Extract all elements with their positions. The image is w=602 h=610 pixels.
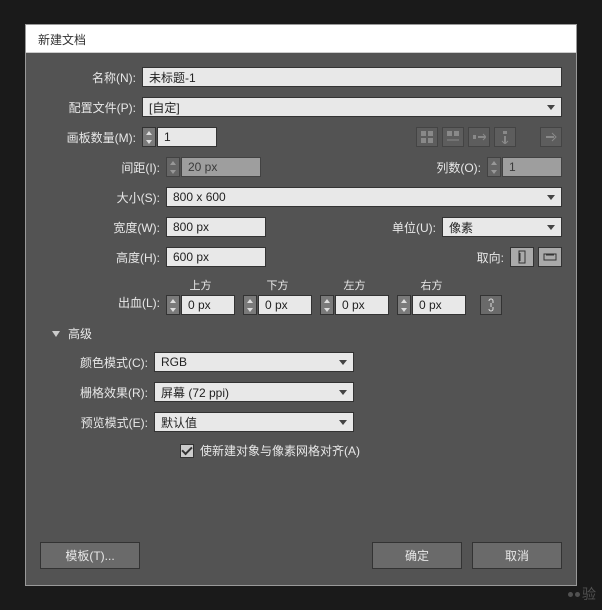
name-label: 名称(N): [40,69,136,86]
new-document-dialog: 新建文档 名称(N): 配置文件(P): [自定] 画板数量(M): 间距( [25,24,577,586]
grid-layout-1-icon [416,127,438,147]
preview-select[interactable]: 默认值 [154,412,354,432]
grid-layout-2-icon [442,127,464,147]
width-input[interactable] [166,217,266,237]
bleed-right-input[interactable] [412,295,466,315]
colormode-label: 颜色模式(C): [40,354,148,371]
bleed-right-stepper[interactable] [397,295,411,315]
disclosure-triangle-icon [52,331,60,337]
colormode-value: RGB [161,355,187,369]
bleed-bottom-label: 下方 [267,277,289,293]
align-pixel-grid-checkbox[interactable] [180,444,194,458]
profile-value: [自定] [149,99,180,116]
bleed-left-stepper[interactable] [320,295,334,315]
dialog-title: 新建文档 [26,25,576,53]
watermark: 验 [568,584,596,604]
link-bleed-icon[interactable] [480,295,502,315]
preview-value: 默认值 [161,414,197,431]
size-label: 大小(S): [40,189,160,206]
artboards-input[interactable] [157,127,217,147]
size-value: 800 x 600 [173,190,226,204]
portrait-button[interactable] [510,247,534,267]
arrow-right-icon [540,127,562,147]
raster-value: 屏幕 (72 ppi) [161,384,229,401]
ok-button[interactable]: 确定 [372,542,462,569]
columns-input [502,157,562,177]
raster-select[interactable]: 屏幕 (72 ppi) [154,382,354,402]
profile-label: 配置文件(P): [40,99,136,116]
name-input[interactable] [142,67,562,87]
bleed-bottom-stepper[interactable] [243,295,257,315]
columns-label: 列数(O): [436,159,481,176]
profile-select[interactable]: [自定] [142,97,562,117]
bleed-top-input[interactable] [181,295,235,315]
align-pixel-grid-label: 使新建对象与像素网格对齐(A) [200,442,360,459]
landscape-button[interactable] [538,247,562,267]
bleed-top-stepper[interactable] [166,295,180,315]
size-select[interactable]: 800 x 600 [166,187,562,207]
column-layout-icon [494,127,516,147]
spacing-stepper [166,157,180,177]
height-label: 高度(H): [40,249,160,266]
bleed-right-label: 右方 [421,277,443,293]
advanced-header[interactable]: 高级 [52,325,562,342]
bleed-top-label: 上方 [190,277,212,293]
bleed-label: 出血(L): [40,294,160,315]
units-select[interactable]: 像素 [442,217,562,237]
bleed-bottom-input[interactable] [258,295,312,315]
units-label: 单位(U): [392,219,436,236]
width-label: 宽度(W): [40,219,160,236]
artboards-stepper[interactable] [142,127,156,147]
columns-stepper [487,157,501,177]
colormode-select[interactable]: RGB [154,352,354,372]
height-input[interactable] [166,247,266,267]
raster-label: 栅格效果(R): [40,384,148,401]
preview-label: 预览模式(E): [40,414,148,431]
orientation-label: 取向: [477,249,504,266]
bleed-left-label: 左方 [344,277,366,293]
spacing-input [181,157,261,177]
row-layout-icon [468,127,490,147]
bleed-left-input[interactable] [335,295,389,315]
units-value: 像素 [449,219,473,236]
templates-button[interactable]: 模板(T)... [40,542,140,569]
artboards-label: 画板数量(M): [40,129,136,146]
advanced-label: 高级 [68,325,92,342]
cancel-button[interactable]: 取消 [472,542,562,569]
spacing-label: 间距(I): [40,159,160,176]
dialog-body: 名称(N): 配置文件(P): [自定] 画板数量(M): 间距(I): [26,53,576,585]
